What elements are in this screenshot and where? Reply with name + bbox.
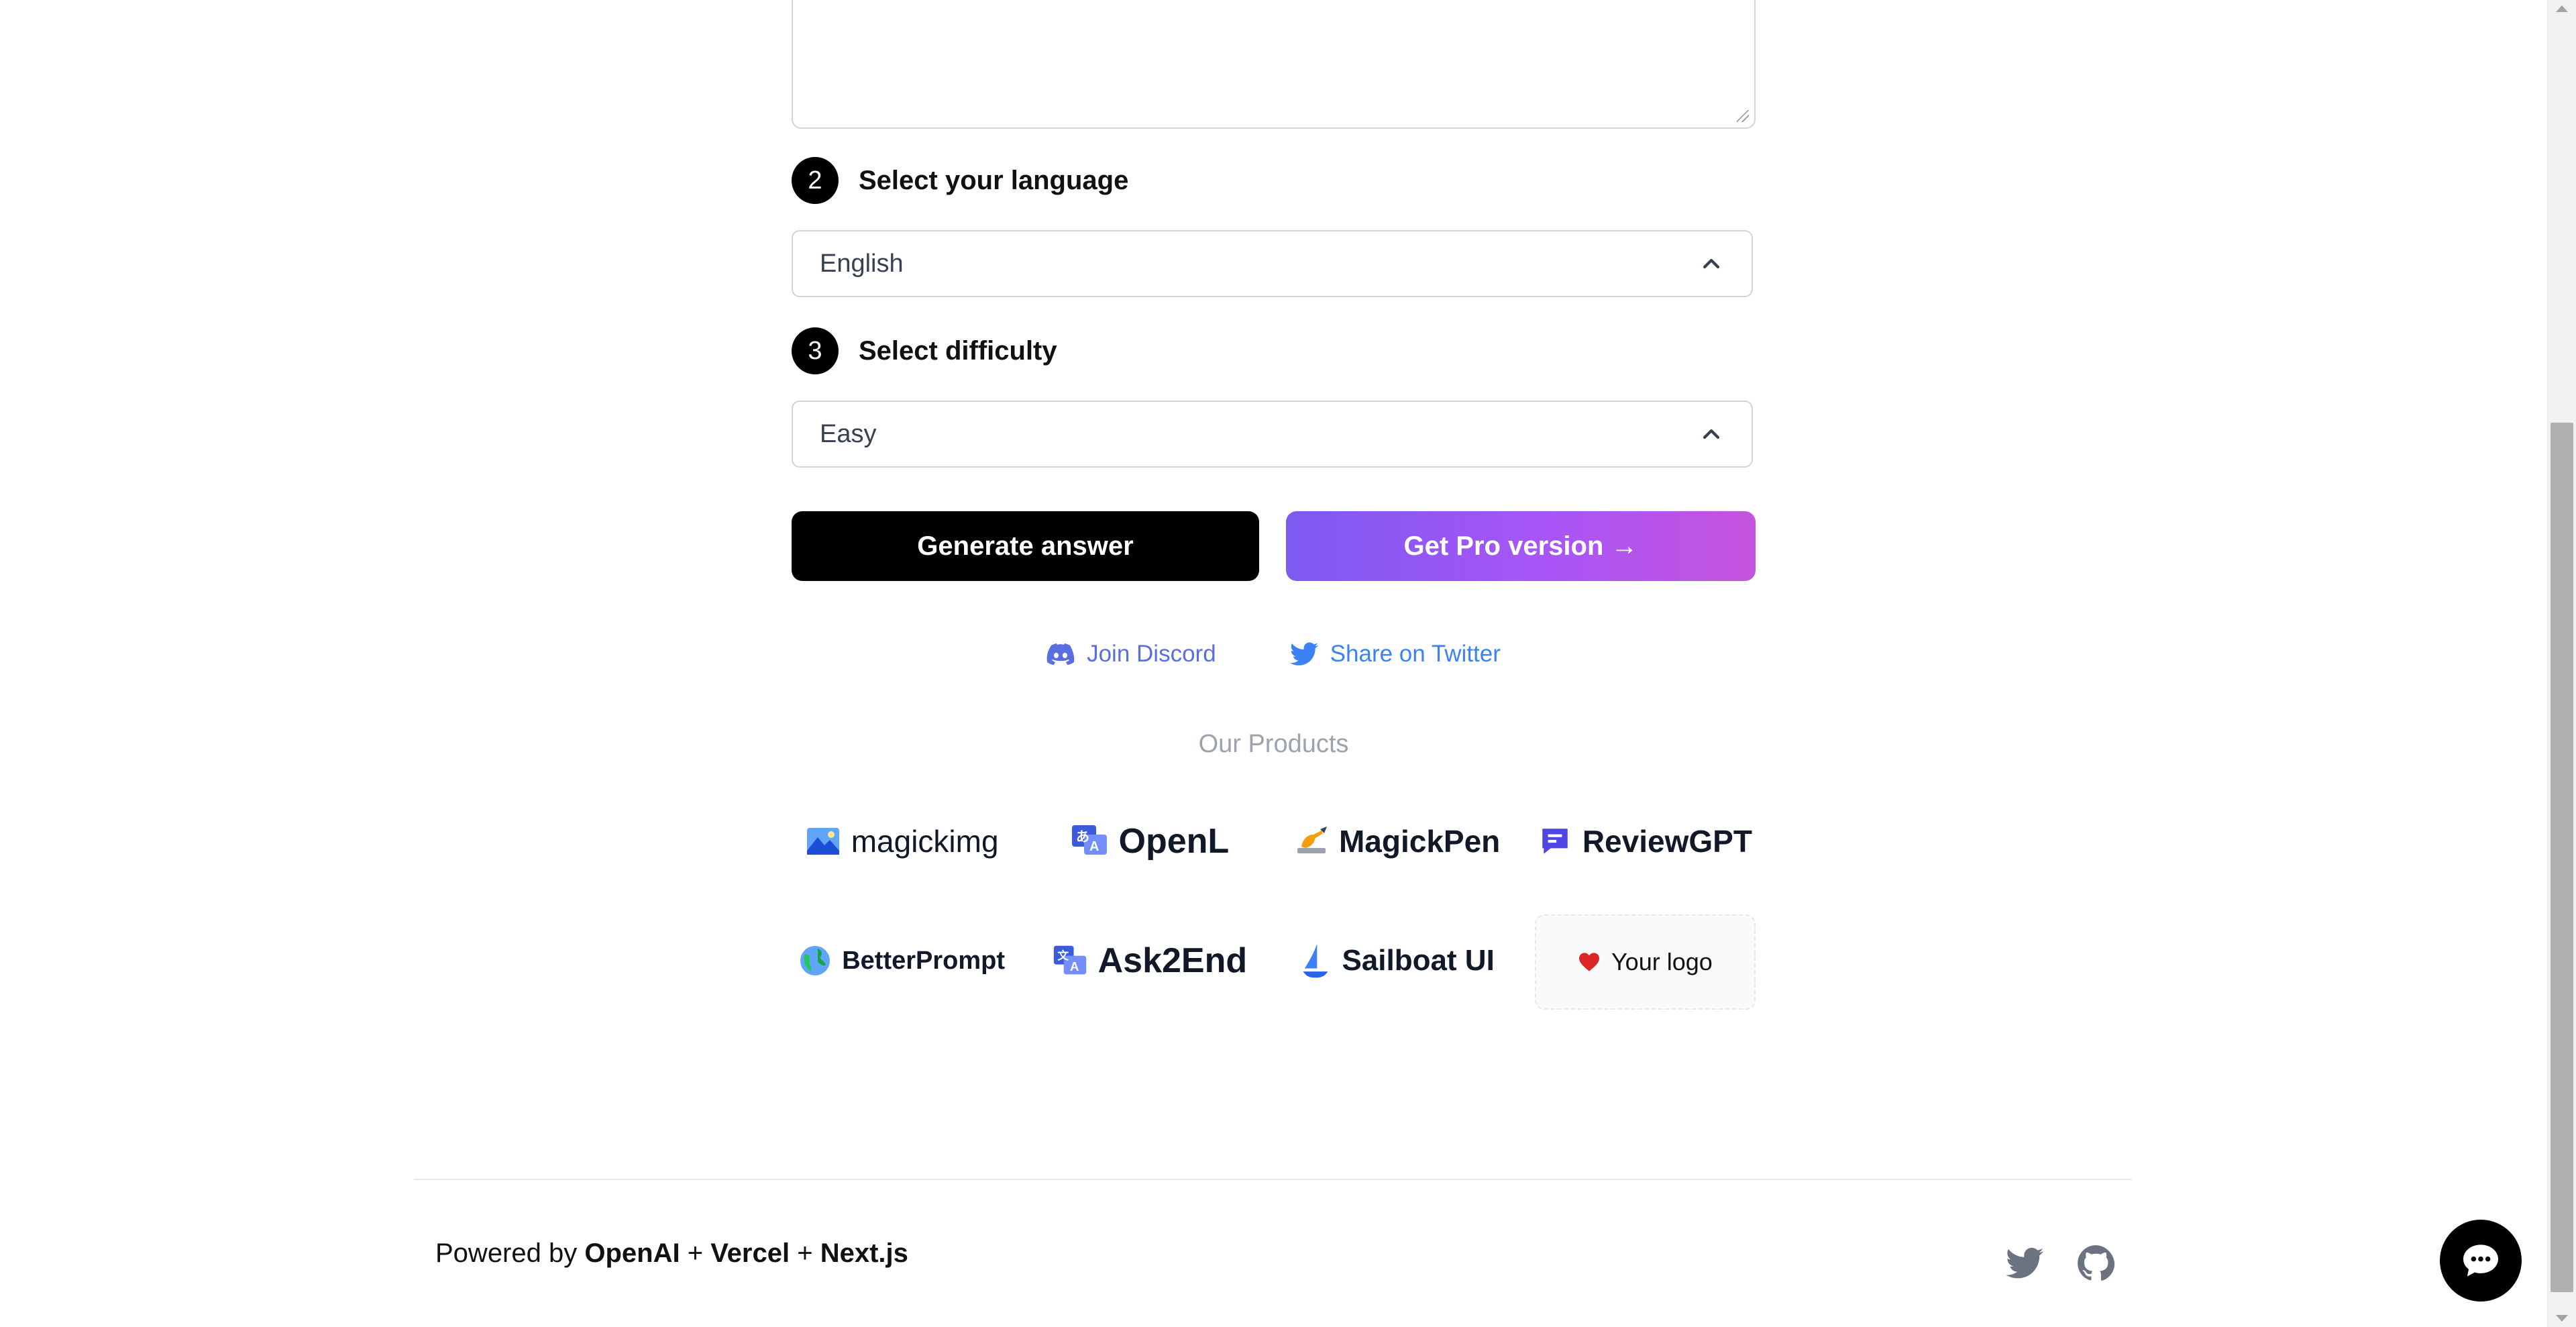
chevron-up-icon: [1703, 258, 1720, 269]
products-title: Our Products: [1198, 730, 1349, 758]
chat-widget-button[interactable]: [2440, 1220, 2522, 1302]
language-value: English: [820, 249, 904, 278]
twitter-label: Share on Twitter: [1330, 641, 1501, 667]
sailboat-icon: [1300, 942, 1331, 979]
translate-icon: 文A: [1053, 944, 1087, 977]
globe-icon: [799, 945, 831, 977]
powered-prefix: Powered by: [435, 1238, 578, 1268]
product-name: Your logo: [1611, 948, 1713, 975]
product-magickpen[interactable]: MagickPen: [1287, 795, 1508, 888]
github-icon[interactable]: [2077, 1244, 2114, 1282]
step-number: 2: [792, 157, 839, 204]
plus-separator: +: [797, 1238, 813, 1268]
twitter-icon[interactable]: [2006, 1244, 2043, 1282]
discord-icon: [1046, 643, 1075, 665]
product-name: MagickPen: [1338, 824, 1501, 859]
svg-text:文: 文: [1057, 949, 1069, 962]
nextjs-link[interactable]: Next.js: [820, 1238, 908, 1268]
product-reviewgpt[interactable]: ReviewGPT: [1535, 795, 1756, 888]
powered-by: Powered by OpenAI + Vercel + Next.js: [435, 1238, 908, 1269]
scroll-up-arrow[interactable]: [2556, 5, 2568, 12]
chat-bubble-icon: [2463, 1244, 2498, 1277]
plus-separator: +: [687, 1238, 704, 1268]
join-discord-link[interactable]: Join Discord: [1046, 641, 1216, 668]
writing-hand-icon: [1295, 827, 1328, 856]
get-pro-button[interactable]: Get Pro version →: [1286, 511, 1756, 581]
share-twitter-link[interactable]: Share on Twitter: [1289, 641, 1501, 668]
footer-divider: [414, 1179, 2131, 1180]
product-ask2end[interactable]: 文A Ask2End: [1039, 914, 1260, 1007]
product-name: Sailboat UI: [1342, 944, 1495, 977]
discord-label: Join Discord: [1087, 641, 1216, 667]
step-3: 3 Select difficulty: [792, 327, 1057, 374]
openai-link[interactable]: OpenAI: [584, 1238, 680, 1268]
input-textarea[interactable]: [792, 0, 1756, 129]
step-label: Select difficulty: [859, 335, 1057, 366]
product-name: ReviewGPT: [1582, 824, 1752, 859]
language-select[interactable]: English: [792, 230, 1753, 297]
mountain-image-icon: [806, 827, 841, 856]
generate-answer-button[interactable]: Generate answer: [792, 511, 1259, 581]
product-name: OpenL: [1118, 822, 1230, 861]
translate-icon: あA: [1071, 824, 1108, 859]
product-name: BetterPrompt: [842, 946, 1006, 975]
difficulty-value: Easy: [820, 419, 877, 448]
resize-handle[interactable]: [1737, 110, 1749, 122]
product-betterprompt[interactable]: BetterPrompt: [792, 914, 1012, 1007]
your-logo-slot[interactable]: Your logo: [1534, 914, 1756, 1010]
product-sailboat-ui[interactable]: Sailboat UI: [1287, 914, 1508, 1007]
vercel-link[interactable]: Vercel: [710, 1238, 790, 1268]
svg-text:あ: あ: [1076, 829, 1089, 845]
svg-text:A: A: [1070, 959, 1079, 973]
product-openl[interactable]: あA OpenL: [1039, 795, 1260, 888]
heart-icon: [1578, 952, 1601, 972]
step-number: 3: [792, 327, 839, 374]
product-name: magickimg: [851, 824, 999, 859]
vertical-scrollbar[interactable]: [2547, 0, 2576, 1327]
twitter-icon: [1289, 642, 1318, 666]
chevron-up-icon: [1703, 429, 1720, 439]
products-grid: magickimg あA OpenL MagickPen ReviewGPT B…: [792, 795, 1756, 1010]
difficulty-select[interactable]: Easy: [792, 401, 1753, 468]
step-label: Select your language: [859, 165, 1129, 195]
svg-text:A: A: [1089, 839, 1099, 854]
chat-message-icon: [1538, 825, 1572, 858]
scroll-down-arrow[interactable]: [2556, 1315, 2568, 1322]
product-name: Ask2End: [1097, 941, 1248, 980]
product-magickimg[interactable]: magickimg: [792, 795, 1012, 888]
social-links: Join Discord Share on Twitter: [792, 641, 1756, 668]
step-2: 2 Select your language: [792, 157, 1128, 204]
scroll-thumb[interactable]: [2551, 423, 2573, 1292]
footer-social: [2006, 1244, 2114, 1282]
